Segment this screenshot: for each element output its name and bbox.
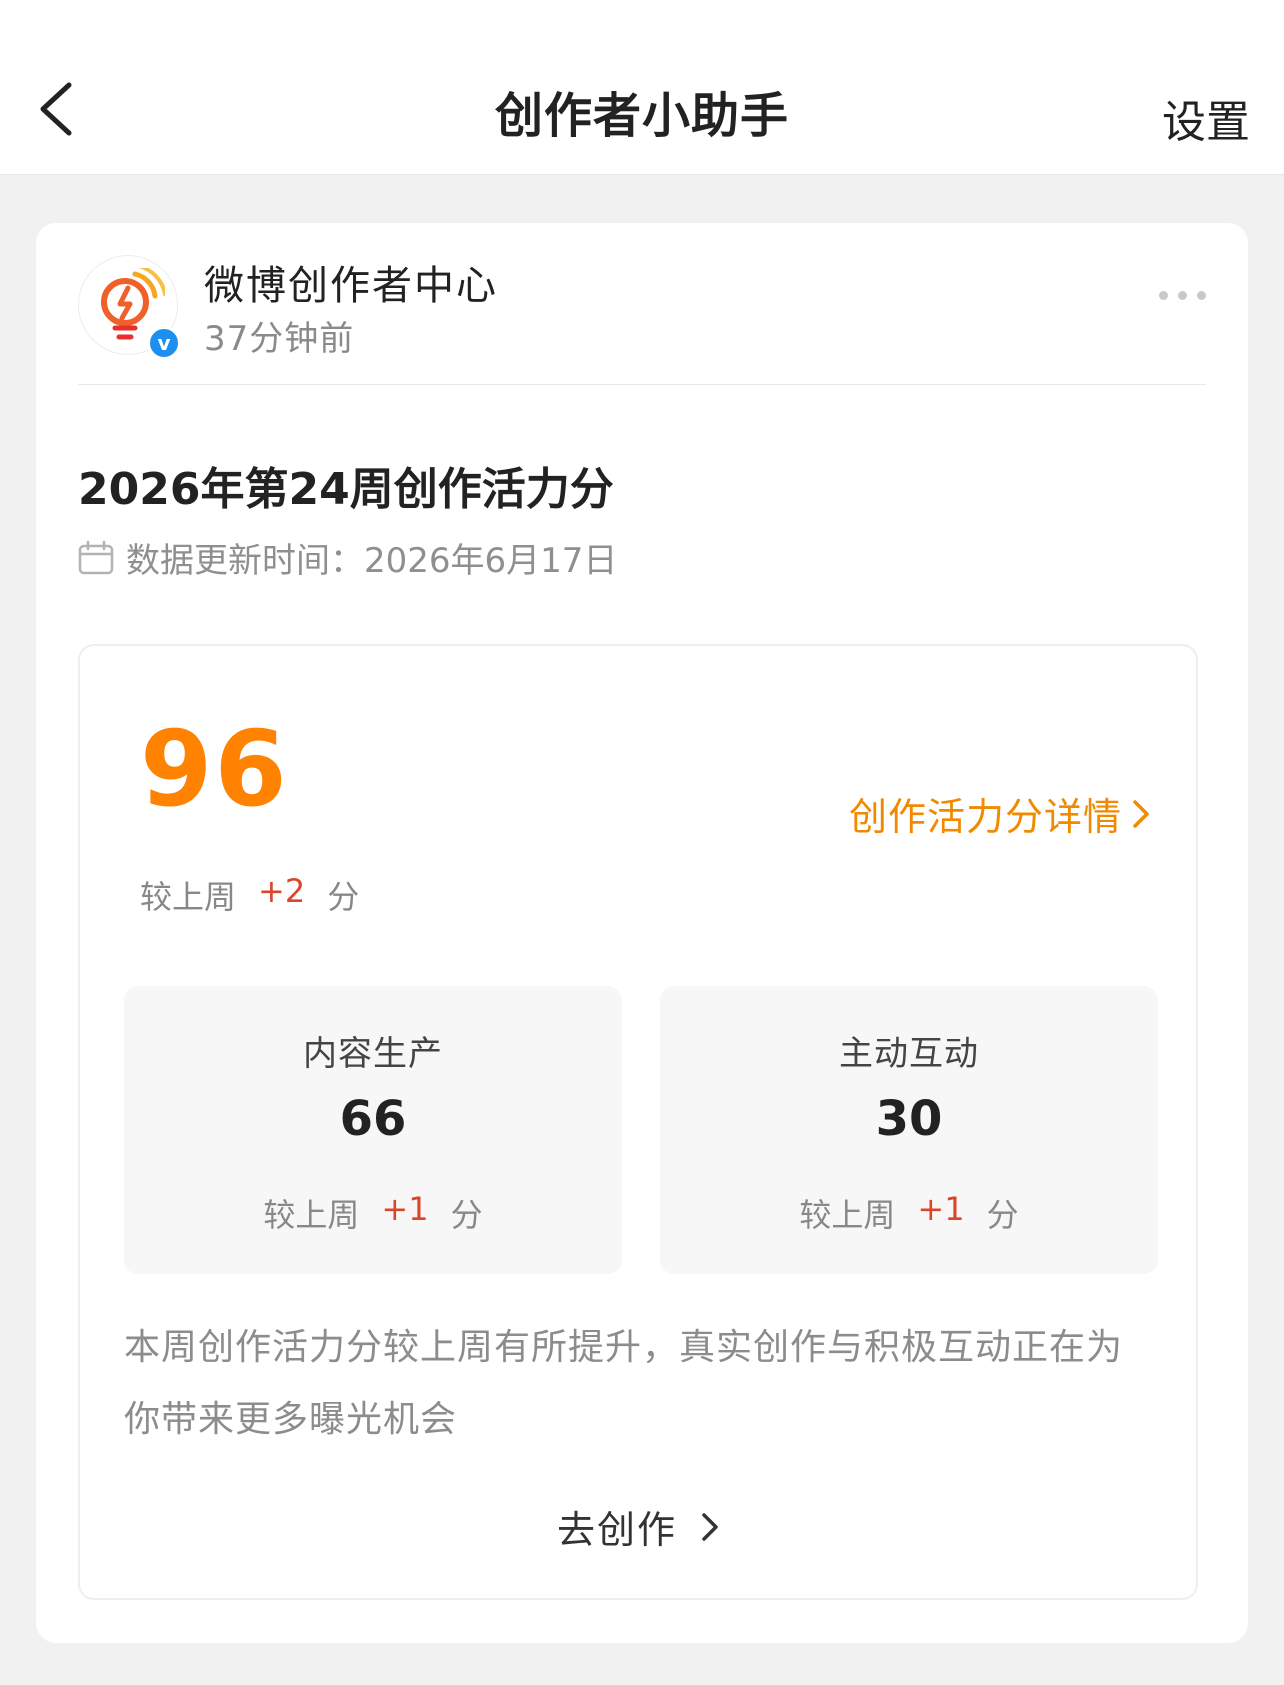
subscore-change-delta: +1 xyxy=(917,1190,965,1228)
week-change-delta: +2 xyxy=(258,872,306,910)
more-dot xyxy=(1197,291,1206,300)
message-card: v 微博创作者中心 37分钟前 2026年第24周创作活力分 数据更新时间：20… xyxy=(36,223,1248,1643)
subscore-value: 30 xyxy=(875,1091,943,1147)
subscore-change-prefix: 较上周 xyxy=(263,1196,360,1234)
subscore-change-suffix: 分 xyxy=(450,1196,483,1234)
navigation-bar: 创作者小助手 设置 xyxy=(0,0,1284,175)
source-name[interactable]: 微博创作者中心 xyxy=(204,253,498,311)
update-date: 2026年6月17日 xyxy=(364,541,618,581)
subscore-content-production: 内容生产 66 较上周 +1 分 xyxy=(124,986,622,1274)
post-time: 37分钟前 xyxy=(204,319,355,359)
subscore-label: 内容生产 xyxy=(303,1034,443,1074)
card-header: v 微博创作者中心 37分钟前 xyxy=(78,253,1206,385)
verified-badge-icon: v xyxy=(147,326,181,360)
go-create-label: 去创作 xyxy=(556,1508,677,1552)
week-change-prefix: 较上周 xyxy=(140,878,237,916)
total-week-change: 较上周 +2 分 xyxy=(140,872,359,918)
total-score: 96 xyxy=(140,708,289,830)
score-detail-link[interactable]: 创作活力分详情 xyxy=(849,786,1150,841)
score-panel: 96 创作活力分详情 较上周 +2 分 内容生产 66 较上周 +1 分 主动互… xyxy=(78,644,1198,1600)
avatar[interactable]: v xyxy=(78,255,181,360)
subscore-active-interaction: 主动互动 30 较上周 +1 分 xyxy=(660,986,1158,1274)
update-time-row: 数据更新时间：2026年6月17日 xyxy=(78,533,617,582)
calendar-icon xyxy=(78,540,114,574)
settings-button[interactable]: 设置 xyxy=(1162,86,1250,150)
score-summary: 本周创作活力分较上周有所提升，真实创作与积极互动正在为你带来更多曝光机会 xyxy=(124,1327,1124,1440)
score-detail-label: 创作活力分详情 xyxy=(848,795,1122,839)
subscore-change-delta: +1 xyxy=(381,1190,429,1228)
subscore-week-change: 较上周 +1 分 xyxy=(660,1190,1158,1236)
subscore-week-change: 较上周 +1 分 xyxy=(124,1190,622,1236)
chevron-right-icon xyxy=(1133,799,1149,828)
subscore-change-suffix: 分 xyxy=(986,1196,1019,1234)
more-dot xyxy=(1178,291,1187,300)
more-button[interactable] xyxy=(1159,291,1206,300)
go-create-button[interactable]: 去创作 xyxy=(80,1499,1196,1554)
subscore-value: 66 xyxy=(339,1091,407,1147)
more-dot xyxy=(1159,291,1168,300)
week-change-suffix: 分 xyxy=(327,878,360,916)
subscore-label: 主动互动 xyxy=(839,1034,979,1074)
subscore-change-prefix: 较上周 xyxy=(799,1196,896,1234)
chevron-right-icon xyxy=(702,1512,718,1541)
page-title: 创作者小助手 xyxy=(494,88,789,144)
update-label: 数据更新时间： xyxy=(126,541,364,581)
post-title: 2026年第24周创作活力分 xyxy=(78,464,614,515)
